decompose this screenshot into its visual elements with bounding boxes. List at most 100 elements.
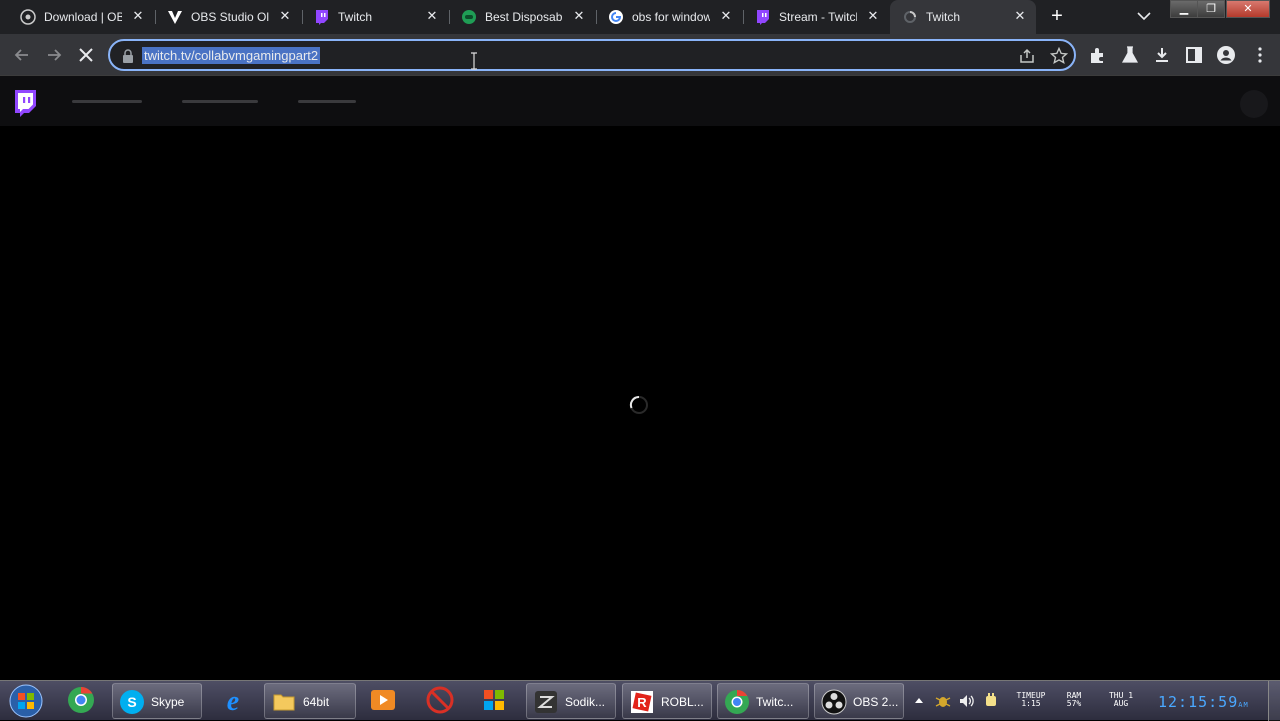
tab-title: Download | OBS (44, 10, 122, 24)
nav-placeholder (72, 100, 142, 103)
tab-title: Twitch (338, 10, 373, 24)
close-window-button[interactable]: ✕ (1226, 0, 1270, 18)
nav-placeholder (298, 100, 356, 103)
v-icon (168, 11, 182, 24)
text-cursor-icon (471, 52, 477, 70)
close-tab-icon[interactable]: ✕ (571, 8, 587, 24)
timeup-gadget: TIMEUP 1:15 (1012, 692, 1050, 708)
profile-icon[interactable] (1216, 45, 1236, 65)
timeup-value: 1:15 (1021, 699, 1041, 708)
date-line-2: AUG (1113, 699, 1129, 708)
system-clock[interactable]: 12:15:59AM (1158, 693, 1249, 711)
taskbar-64bit-folder-button[interactable]: 64bit (264, 683, 356, 719)
nav-placeholder (182, 100, 258, 103)
clock-time: 12:15:59 (1158, 693, 1239, 711)
taskbar-button-label: ROBL... (661, 695, 704, 709)
folder-icon (273, 694, 295, 711)
tab-title: Stream - Twitch (779, 10, 857, 24)
chevron-down-icon[interactable] (1134, 6, 1154, 26)
close-tab-icon[interactable]: ✕ (718, 8, 734, 24)
green-circle-icon (462, 10, 476, 24)
more-menu-icon[interactable] (1250, 45, 1270, 65)
side-panel-icon[interactable] (1184, 45, 1204, 65)
bookmark-star-icon[interactable] (1050, 47, 1068, 65)
ram-gadget: RAM 57% (1060, 692, 1088, 708)
tab-title: obs for windows (632, 10, 710, 24)
chrome-icon[interactable] (66, 685, 96, 715)
obs-icon (821, 689, 847, 715)
tab-twitch[interactable]: Twitch ✕ (302, 0, 448, 34)
show-hidden-icons-icon[interactable] (913, 695, 925, 705)
close-tab-icon[interactable]: ✕ (277, 8, 293, 24)
tab-obs-studio[interactable]: OBS Studio Old ✕ (155, 0, 301, 34)
tab-title: OBS Studio Old (191, 10, 269, 24)
taskbar-button-label: Sodik... (565, 695, 606, 709)
tab-twitch-active[interactable]: Twitch ✕ (890, 0, 1036, 34)
twitch-icon (316, 10, 328, 25)
tab-title: Best Disposable (485, 10, 563, 24)
share-icon[interactable] (1018, 48, 1036, 64)
skype-icon: S (120, 690, 144, 714)
svg-text:R: R (637, 695, 647, 710)
back-icon[interactable] (12, 45, 32, 65)
clock-ampm: AM (1238, 701, 1249, 709)
roblox-icon: R (631, 691, 653, 713)
close-tab-icon[interactable]: ✕ (865, 8, 881, 24)
new-tab-button[interactable]: + (1046, 6, 1068, 28)
tab-best-disposable[interactable]: Best Disposable ✕ (449, 0, 595, 34)
svg-text:e: e (227, 686, 239, 715)
date-gadget: THU 1 AUG (1102, 692, 1140, 708)
taskbar-button-label: 64bit (303, 695, 330, 709)
forward-icon[interactable] (44, 45, 64, 65)
twitch-icon (757, 10, 769, 25)
twitch-top-nav (0, 76, 1280, 126)
twitch-logo-icon[interactable] (12, 89, 38, 117)
browser-toolbar: twitch.tv/collabvmgamingpart2 (0, 34, 1280, 76)
maximize-button[interactable]: ❐ (1197, 0, 1225, 18)
taskbar-roblox-button[interactable]: R ROBL... (622, 683, 712, 719)
sodik-icon (535, 691, 557, 713)
download-icon[interactable] (1152, 45, 1172, 65)
close-tab-icon[interactable]: ✕ (424, 8, 440, 24)
labs-flask-icon[interactable] (1120, 45, 1140, 65)
page-content (0, 76, 1280, 680)
tab-obs-for-windows[interactable]: obs for windows ✕ (596, 0, 742, 34)
loading-icon (904, 11, 916, 23)
tab-download-obs[interactable]: Download | OBS ✕ (8, 0, 154, 34)
taskbar-obs-button[interactable]: OBS 2... (814, 683, 904, 719)
close-tab-icon[interactable]: ✕ (1012, 8, 1028, 24)
windows-taskbar: S Skype e 64bit Sodik... R ROBL... Twitc… (0, 680, 1280, 721)
lock-icon[interactable] (122, 49, 134, 63)
volume-icon[interactable] (958, 692, 976, 710)
avatar-placeholder (1240, 90, 1268, 118)
media-player-icon[interactable] (368, 685, 398, 715)
start-button-icon[interactable] (6, 683, 46, 719)
extensions-icon[interactable] (1088, 45, 1108, 65)
show-desktop-button[interactable] (1268, 681, 1280, 721)
taskbar-button-label: Skype (151, 695, 185, 709)
chrome-icon (725, 690, 749, 714)
taskbar-skype-button[interactable]: S Skype (112, 683, 202, 719)
url-text[interactable]: twitch.tv/collabvmgamingpart2 (142, 47, 321, 64)
svg-text:S: S (127, 694, 136, 710)
tab-stream-twitch[interactable]: Stream - Twitch ✕ (743, 0, 889, 34)
bug-tray-icon[interactable] (934, 692, 952, 710)
minimize-button[interactable]: ▁ (1170, 0, 1198, 18)
taskbar-button-label: Twitc... (756, 695, 794, 709)
no-sign-icon[interactable] (425, 685, 455, 715)
internet-explorer-icon[interactable]: e (218, 685, 248, 715)
google-icon (609, 10, 623, 24)
taskbar-twitch-chrome-button[interactable]: Twitc... (717, 683, 809, 719)
address-bar[interactable]: twitch.tv/collabvmgamingpart2 (108, 39, 1076, 71)
stop-loading-icon[interactable] (76, 45, 96, 65)
browser-tab-strip: Download | OBS ✕ OBS Studio Old ✕ Twitch… (0, 0, 1280, 34)
ram-value: 57% (1066, 699, 1082, 708)
taskbar-sodik-button[interactable]: Sodik... (526, 683, 616, 719)
power-plug-icon[interactable] (982, 692, 1000, 710)
windows-logo-icon[interactable] (479, 685, 509, 715)
obs-icon (20, 9, 36, 25)
tab-title: Twitch (926, 10, 961, 24)
taskbar-button-label: OBS 2... (853, 695, 899, 709)
close-tab-icon[interactable]: ✕ (130, 8, 146, 24)
loading-spinner-icon (629, 395, 648, 414)
